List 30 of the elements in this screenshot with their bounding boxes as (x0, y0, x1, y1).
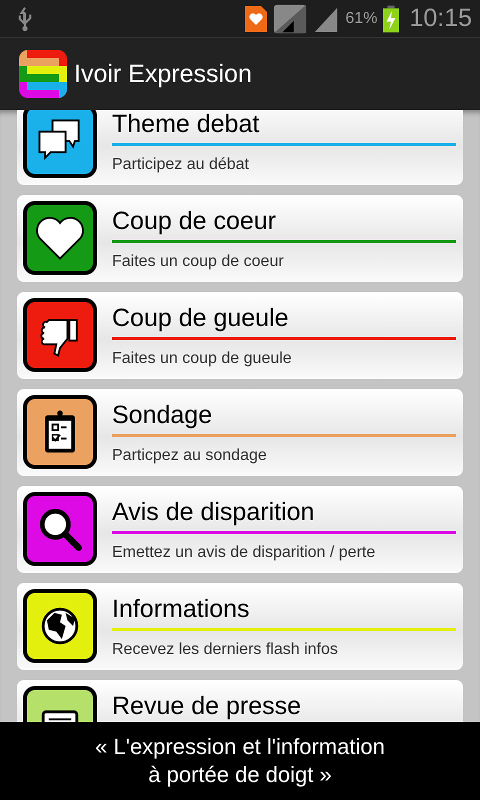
rainbow-logo-icon (19, 50, 67, 98)
menu-card[interactable]: Sondage Particpez au sondage (17, 389, 463, 476)
battery-charging-icon (383, 4, 400, 32)
menu-card[interactable]: Revue de presse (17, 680, 463, 722)
slogan-text: « L'expression et l'information à portée de doigt » (95, 733, 385, 789)
clock: 10:15 (409, 4, 472, 33)
item-subtitle: Particpez au sondage (112, 447, 268, 465)
item-title: Sondage (112, 400, 214, 430)
battery-percentage: 61% (345, 10, 378, 28)
item-subtitle: Faites un coup de gueule (112, 350, 293, 368)
menu-card[interactable]: Informations Recevez les derniers flash infos (17, 583, 463, 670)
item-title: Theme debat (112, 110, 260, 139)
menu-card[interactable]: Avis de disparition Emettez un avis de disparition / perte (17, 486, 463, 573)
item-subtitle: Faites un coup de coeur (112, 253, 285, 271)
usb-icon (16, 6, 34, 32)
menu-card[interactable]: Theme debat Participez au débat (17, 110, 463, 185)
heart-notification-icon (245, 6, 268, 32)
item-title: Avis de disparition (112, 497, 316, 527)
item-title: Revue de presse (112, 691, 302, 721)
menu-card[interactable]: Coup de gueule Faites un coup de gueule (17, 292, 463, 379)
signal-bars-icon (313, 6, 340, 32)
item-subtitle: Recevez les derniers flash infos (112, 641, 339, 659)
item-title: Coup de coeur (112, 206, 278, 236)
no-signal-icon (273, 2, 308, 34)
item-subtitle: Emettez un avis de disparition / perte (112, 544, 376, 562)
menu-card[interactable]: Coup de coeur Faites un coup de coeur (17, 195, 463, 282)
item-title: Coup de gueule (112, 303, 290, 333)
item-title: Informations (112, 594, 251, 624)
app-title: Ivoir Expression (74, 60, 252, 88)
item-subtitle: Participez au débat (112, 156, 250, 174)
